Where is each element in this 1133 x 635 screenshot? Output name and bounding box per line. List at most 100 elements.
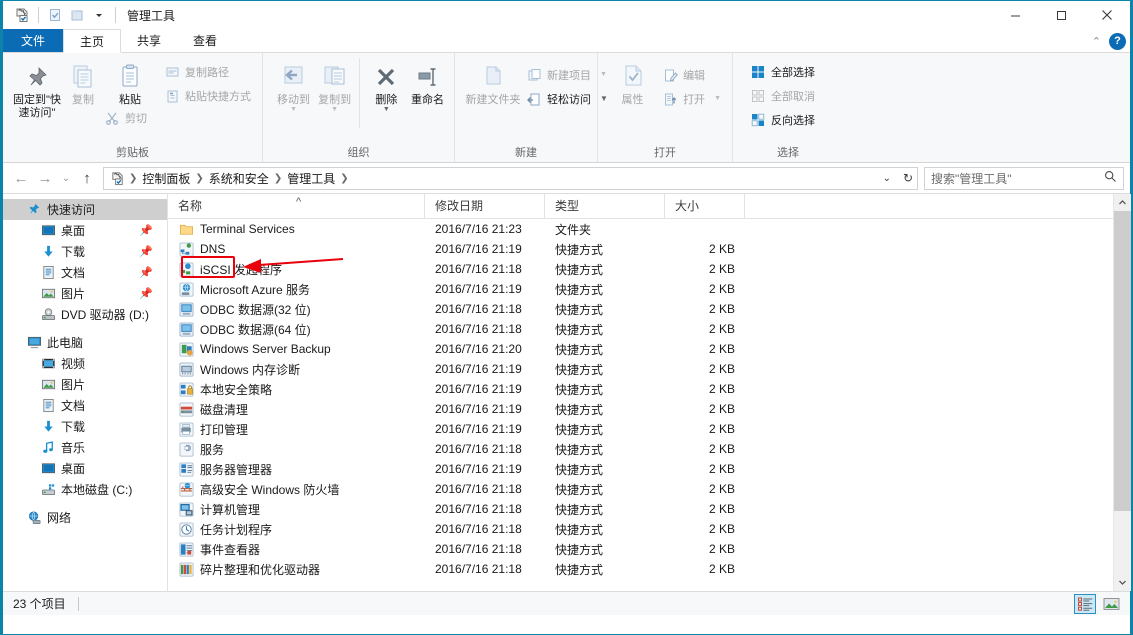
column-header-type[interactable]: 类型: [545, 194, 665, 219]
sidebar-item-desktop-pc[interactable]: 桌面: [3, 458, 167, 479]
vertical-scrollbar[interactable]: [1113, 194, 1131, 591]
properties-button[interactable]: 属性: [608, 56, 657, 107]
copy-to-button[interactable]: 复制到 ▼: [314, 56, 355, 113]
properties-icon[interactable]: [44, 4, 66, 26]
table-row[interactable]: iSCSI 发起程序 2016/7/16 21:18 快捷方式 2 KB: [168, 259, 1113, 279]
file-name-cell[interactable]: ODBC 数据源(32 位): [168, 301, 425, 318]
file-name-cell[interactable]: 碎片整理和优化驱动器: [168, 561, 425, 578]
table-row[interactable]: Windows 内存诊断 2016/7/16 21:19 快捷方式 2 KB: [168, 359, 1113, 379]
open-caret-icon[interactable]: ▼: [714, 95, 721, 102]
table-row[interactable]: 事件查看器 2016/7/16 21:18 快捷方式 2 KB: [168, 539, 1113, 559]
pin-icon[interactable]: 📌: [139, 224, 153, 237]
search-icon[interactable]: [1104, 170, 1117, 186]
breadcrumb-sep-1[interactable]: ❯: [194, 173, 204, 184]
pin-icon[interactable]: 📌: [139, 266, 153, 279]
collapse-ribbon-icon[interactable]: ⌃: [1092, 35, 1101, 48]
open-button[interactable]: 打开 ▼: [657, 88, 726, 110]
table-row[interactable]: Microsoft Azure 服务 2016/7/16 21:19 快捷方式 2 K…: [168, 279, 1113, 299]
file-name-cell[interactable]: Windows Server Backup: [168, 341, 425, 357]
scrollbar-thumb[interactable]: [1113, 211, 1131, 511]
table-row[interactable]: 服务器管理器 2016/7/16 21:19 快捷方式 2 KB: [168, 459, 1113, 479]
copy-button[interactable]: 复制: [65, 56, 101, 107]
table-row[interactable]: 本地安全策略 2016/7/16 21:19 快捷方式 2 KB: [168, 379, 1113, 399]
breadcrumb-sep-2[interactable]: ❯: [273, 173, 283, 184]
pin-icon[interactable]: 📌: [139, 245, 153, 258]
search-input[interactable]: 搜索"管理工具": [924, 166, 1124, 190]
breadcrumb-item-admin-tools[interactable]: 管理工具: [283, 170, 339, 187]
table-row[interactable]: DNS 2016/7/16 21:19 快捷方式 2 KB: [168, 239, 1113, 259]
table-row[interactable]: 磁盘清理 2016/7/16 21:19 快捷方式 2 KB: [168, 399, 1113, 419]
invert-selection-button[interactable]: 反向选择: [745, 109, 820, 131]
paste-button[interactable]: 粘贴: [101, 56, 159, 107]
select-all-button[interactable]: 全部选择: [745, 61, 820, 83]
column-header-name[interactable]: 名称: [168, 194, 425, 219]
rename-button[interactable]: 重命名: [407, 56, 448, 107]
sidebar-item-documents-pc[interactable]: 文档: [3, 395, 167, 416]
sidebar-item-desktop[interactable]: 桌面 📌: [3, 220, 167, 241]
new-folder-button[interactable]: 新建文件夹: [465, 56, 521, 107]
scrollbar-track[interactable]: [1113, 211, 1131, 574]
column-header-modified[interactable]: 修改日期: [425, 194, 545, 219]
breadcrumb-dropdown-icon[interactable]: ⌄: [883, 168, 891, 189]
table-row[interactable]: 碎片整理和优化驱动器 2016/7/16 21:18 快捷方式 2 KB: [168, 559, 1113, 579]
refresh-icon[interactable]: ↻: [903, 168, 913, 189]
tab-view[interactable]: 查看: [177, 29, 233, 52]
move-to-caret-icon[interactable]: ▼: [290, 106, 297, 113]
recent-locations-button[interactable]: ⌄: [57, 166, 75, 190]
file-name-cell[interactable]: 服务器管理器: [168, 461, 425, 478]
breadcrumb[interactable]: ❯ 控制面板 ❯ 系统和安全 ❯ 管理工具 ❯ ⌄ ↻: [103, 166, 918, 190]
tab-home[interactable]: 主页: [63, 29, 122, 53]
paste-shortcut-button[interactable]: 粘贴快捷方式: [159, 85, 256, 107]
table-row[interactable]: Windows Server Backup 2016/7/16 21:20 快捷方式…: [168, 339, 1113, 359]
breadcrumb-item-control-panel[interactable]: 控制面板: [138, 170, 194, 187]
file-name-cell[interactable]: Microsoft Azure 服务: [168, 281, 425, 298]
sidebar-item-downloads[interactable]: 下载 📌: [3, 241, 167, 262]
file-name-cell[interactable]: iSCSI 发起程序: [168, 261, 425, 278]
up-button[interactable]: ↑: [75, 166, 99, 190]
table-row[interactable]: Terminal Services 2016/7/16 21:23 文件夹: [168, 219, 1113, 239]
breadcrumb-item-system-and-security[interactable]: 系统和安全: [205, 170, 273, 187]
sidebar-item-dvd-drive[interactable]: DVD 驱动器 (D:): [3, 304, 167, 325]
sidebar-item-pictures-pc[interactable]: 图片: [3, 374, 167, 395]
edit-button[interactable]: 编辑: [657, 64, 726, 86]
sidebar-item-videos[interactable]: 视频: [3, 353, 167, 374]
table-row[interactable]: ODBC 数据源(32 位) 2016/7/16 21:18 快捷方式 2 KB: [168, 299, 1113, 319]
table-row[interactable]: 服务 2016/7/16 21:18 快捷方式 2 KB: [168, 439, 1113, 459]
tab-share[interactable]: 共享: [121, 29, 177, 52]
column-header-size[interactable]: 大小: [665, 194, 745, 219]
sidebar-item-network[interactable]: 网络: [3, 507, 167, 528]
select-none-button[interactable]: 全部取消: [745, 85, 820, 107]
file-name-cell[interactable]: 事件查看器: [168, 541, 425, 558]
sidebar-item-this-pc[interactable]: 此电脑: [3, 332, 167, 353]
scroll-up-button[interactable]: [1113, 194, 1131, 211]
tab-file[interactable]: 文件: [3, 29, 64, 52]
file-name-cell[interactable]: 高级安全 Windows 防火墙: [168, 481, 425, 498]
sidebar-item-quick-access[interactable]: 快速访问: [3, 199, 167, 220]
table-row[interactable]: 高级安全 Windows 防火墙 2016/7/16 21:18 快捷方式 2 KB: [168, 479, 1113, 499]
file-name-cell[interactable]: 磁盘清理: [168, 401, 425, 418]
breadcrumb-sep-3[interactable]: ❯: [339, 173, 349, 184]
sidebar-item-local-disk-c[interactable]: 本地磁盘 (C:): [3, 479, 167, 500]
pin-to-quick-access-button[interactable]: 固定到"快速访问": [9, 56, 65, 120]
delete-caret-icon[interactable]: ▼: [383, 106, 390, 113]
maximize-button[interactable]: [1038, 1, 1084, 29]
large-icons-view-button[interactable]: [1100, 594, 1122, 614]
help-icon[interactable]: ?: [1109, 32, 1126, 50]
scroll-down-button[interactable]: [1113, 574, 1131, 591]
copy-to-caret-icon[interactable]: ▼: [331, 106, 338, 113]
sidebar-item-downloads-pc[interactable]: 下载: [3, 416, 167, 437]
file-name-cell[interactable]: 计算机管理: [168, 501, 425, 518]
table-row[interactable]: 打印管理 2016/7/16 21:19 快捷方式 2 KB: [168, 419, 1113, 439]
copy-path-button[interactable]: 复制路径: [159, 61, 256, 83]
table-row[interactable]: 计算机管理 2016/7/16 21:18 快捷方式 2 KB: [168, 499, 1113, 519]
file-name-cell[interactable]: 任务计划程序: [168, 521, 425, 538]
delete-button[interactable]: 删除 ▼: [366, 56, 407, 113]
file-name-cell[interactable]: ODBC 数据源(64 位): [168, 321, 425, 338]
close-button[interactable]: [1084, 1, 1130, 29]
minimize-button[interactable]: [992, 1, 1038, 29]
details-view-button[interactable]: [1074, 594, 1096, 614]
table-row[interactable]: ODBC 数据源(64 位) 2016/7/16 21:18 快捷方式 2 KB: [168, 319, 1113, 339]
file-name-cell[interactable]: 本地安全策略: [168, 381, 425, 398]
customize-qat-caret-icon[interactable]: [88, 4, 110, 26]
sidebar-item-music[interactable]: 音乐: [3, 437, 167, 458]
